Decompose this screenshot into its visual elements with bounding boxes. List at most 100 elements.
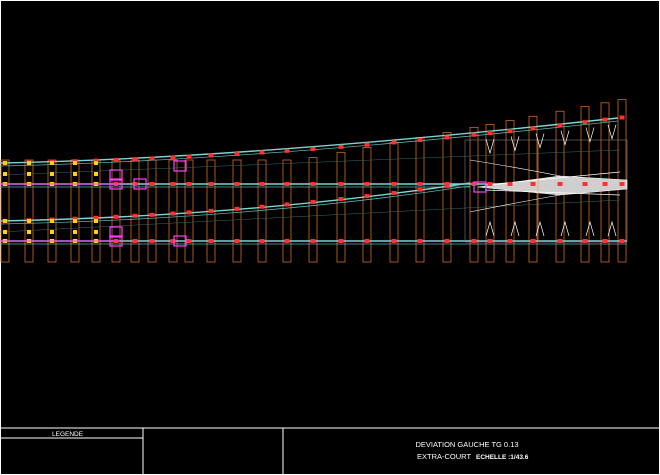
rail-clip — [417, 138, 423, 143]
rail-clip — [310, 146, 316, 151]
tie-marker — [3, 172, 7, 176]
tie-marker — [50, 172, 54, 176]
tie-marker — [27, 230, 31, 234]
title-block: LEGENDE DEVIATION GAUCHE TG 0.13 EXTRA-C… — [0, 427, 660, 475]
drawing-title: DEVIATION GAUCHE TG 0.13 — [415, 440, 518, 449]
rail-clip — [471, 132, 477, 137]
rail-clip — [530, 182, 536, 186]
rail-clip — [284, 182, 290, 186]
rail-clip — [364, 182, 370, 186]
rail-clip — [149, 239, 155, 243]
tie-marker — [27, 219, 31, 223]
rail-clip — [487, 182, 493, 186]
rail-clip — [487, 239, 493, 243]
rail-clip — [391, 182, 397, 186]
sleeper — [362, 147, 372, 263]
rail-clip — [444, 135, 450, 140]
rail-clip — [132, 213, 138, 218]
rail-clip — [602, 182, 608, 186]
rail-clip — [186, 239, 192, 243]
rail-clip — [284, 202, 290, 207]
rail-clip — [582, 120, 588, 125]
tie-marker — [73, 161, 77, 165]
rail-clip — [310, 182, 316, 186]
rail-clip — [149, 212, 155, 217]
rail-clip — [284, 239, 290, 243]
guide-line-2 — [0, 199, 621, 233]
rail-clip — [557, 182, 563, 186]
rail-clip — [364, 194, 370, 199]
tie-marker — [94, 219, 98, 223]
rail-clip — [557, 123, 563, 128]
tie-marker — [3, 161, 7, 165]
rail-clip — [557, 239, 563, 243]
guide-line-1 — [0, 149, 621, 176]
rail-clip — [364, 142, 370, 147]
tie-marker — [27, 172, 31, 176]
rail-clip — [170, 182, 176, 186]
rail-clip — [113, 157, 119, 162]
rail-clip — [234, 182, 240, 186]
rail-clip — [132, 239, 138, 243]
rail-clip — [113, 214, 119, 219]
rail-clip — [582, 239, 588, 243]
rail-clip — [444, 239, 450, 243]
rail-clip — [444, 184, 450, 189]
rail-clip — [259, 150, 265, 155]
rail-clip — [338, 182, 344, 186]
chair-bracket — [585, 220, 595, 237]
rail-clip — [338, 144, 344, 149]
chair-bracket — [485, 220, 495, 237]
tie-marker — [94, 172, 98, 176]
sleeper — [308, 157, 318, 263]
chair-bracket — [510, 220, 520, 237]
track-plan-drawing: LEGENDE DEVIATION GAUCHE TG 0.13 EXTRA-C… — [0, 0, 660, 475]
rail-clip — [507, 239, 513, 243]
rail-clip — [149, 182, 155, 186]
rail-clip — [417, 187, 423, 192]
rail-clip — [471, 239, 477, 243]
rail-clip — [310, 199, 316, 204]
rail-clip — [186, 210, 192, 215]
tie-marker — [73, 172, 77, 176]
rail-clip — [391, 239, 397, 243]
chair-bracket — [485, 138, 495, 155]
scale-label: ECHELLE :1/43.6 — [476, 454, 529, 461]
rail-clip — [259, 182, 265, 186]
tie-marker — [94, 161, 98, 165]
rail-clip — [619, 182, 625, 186]
rail-clip — [170, 155, 176, 160]
rail-clip — [417, 239, 423, 243]
chair-bracket — [560, 220, 570, 237]
rail-clip — [149, 156, 155, 161]
rail-clip — [338, 239, 344, 243]
rail-clip — [602, 239, 608, 243]
rail-clip — [364, 239, 370, 243]
tie-marker — [50, 161, 54, 165]
rail-clip — [602, 117, 608, 122]
rail-clip — [391, 140, 397, 145]
rail-clip — [417, 182, 423, 186]
sleeper — [415, 137, 425, 263]
chair-bracket — [510, 136, 520, 152]
rail-clip — [487, 131, 493, 136]
diverging-rail-upper — [0, 117, 619, 164]
rail-clip — [234, 206, 240, 211]
sleeper — [130, 159, 140, 263]
rail-clip — [170, 239, 176, 243]
tie-marker — [50, 230, 54, 234]
rail-clip — [507, 128, 513, 133]
rail-clip — [259, 239, 265, 243]
tie-marker — [73, 230, 77, 234]
frog-curve-lower — [469, 194, 561, 213]
rail-clip — [391, 190, 397, 195]
rail-clip — [530, 239, 536, 243]
rail-clip — [338, 197, 344, 202]
sleeper — [168, 159, 178, 263]
rail-clip — [208, 153, 214, 158]
rail-clip — [619, 239, 625, 243]
rail-clip — [259, 204, 265, 209]
rail-clip — [530, 126, 536, 131]
rail-clip — [284, 148, 290, 153]
rail-clip — [208, 239, 214, 243]
